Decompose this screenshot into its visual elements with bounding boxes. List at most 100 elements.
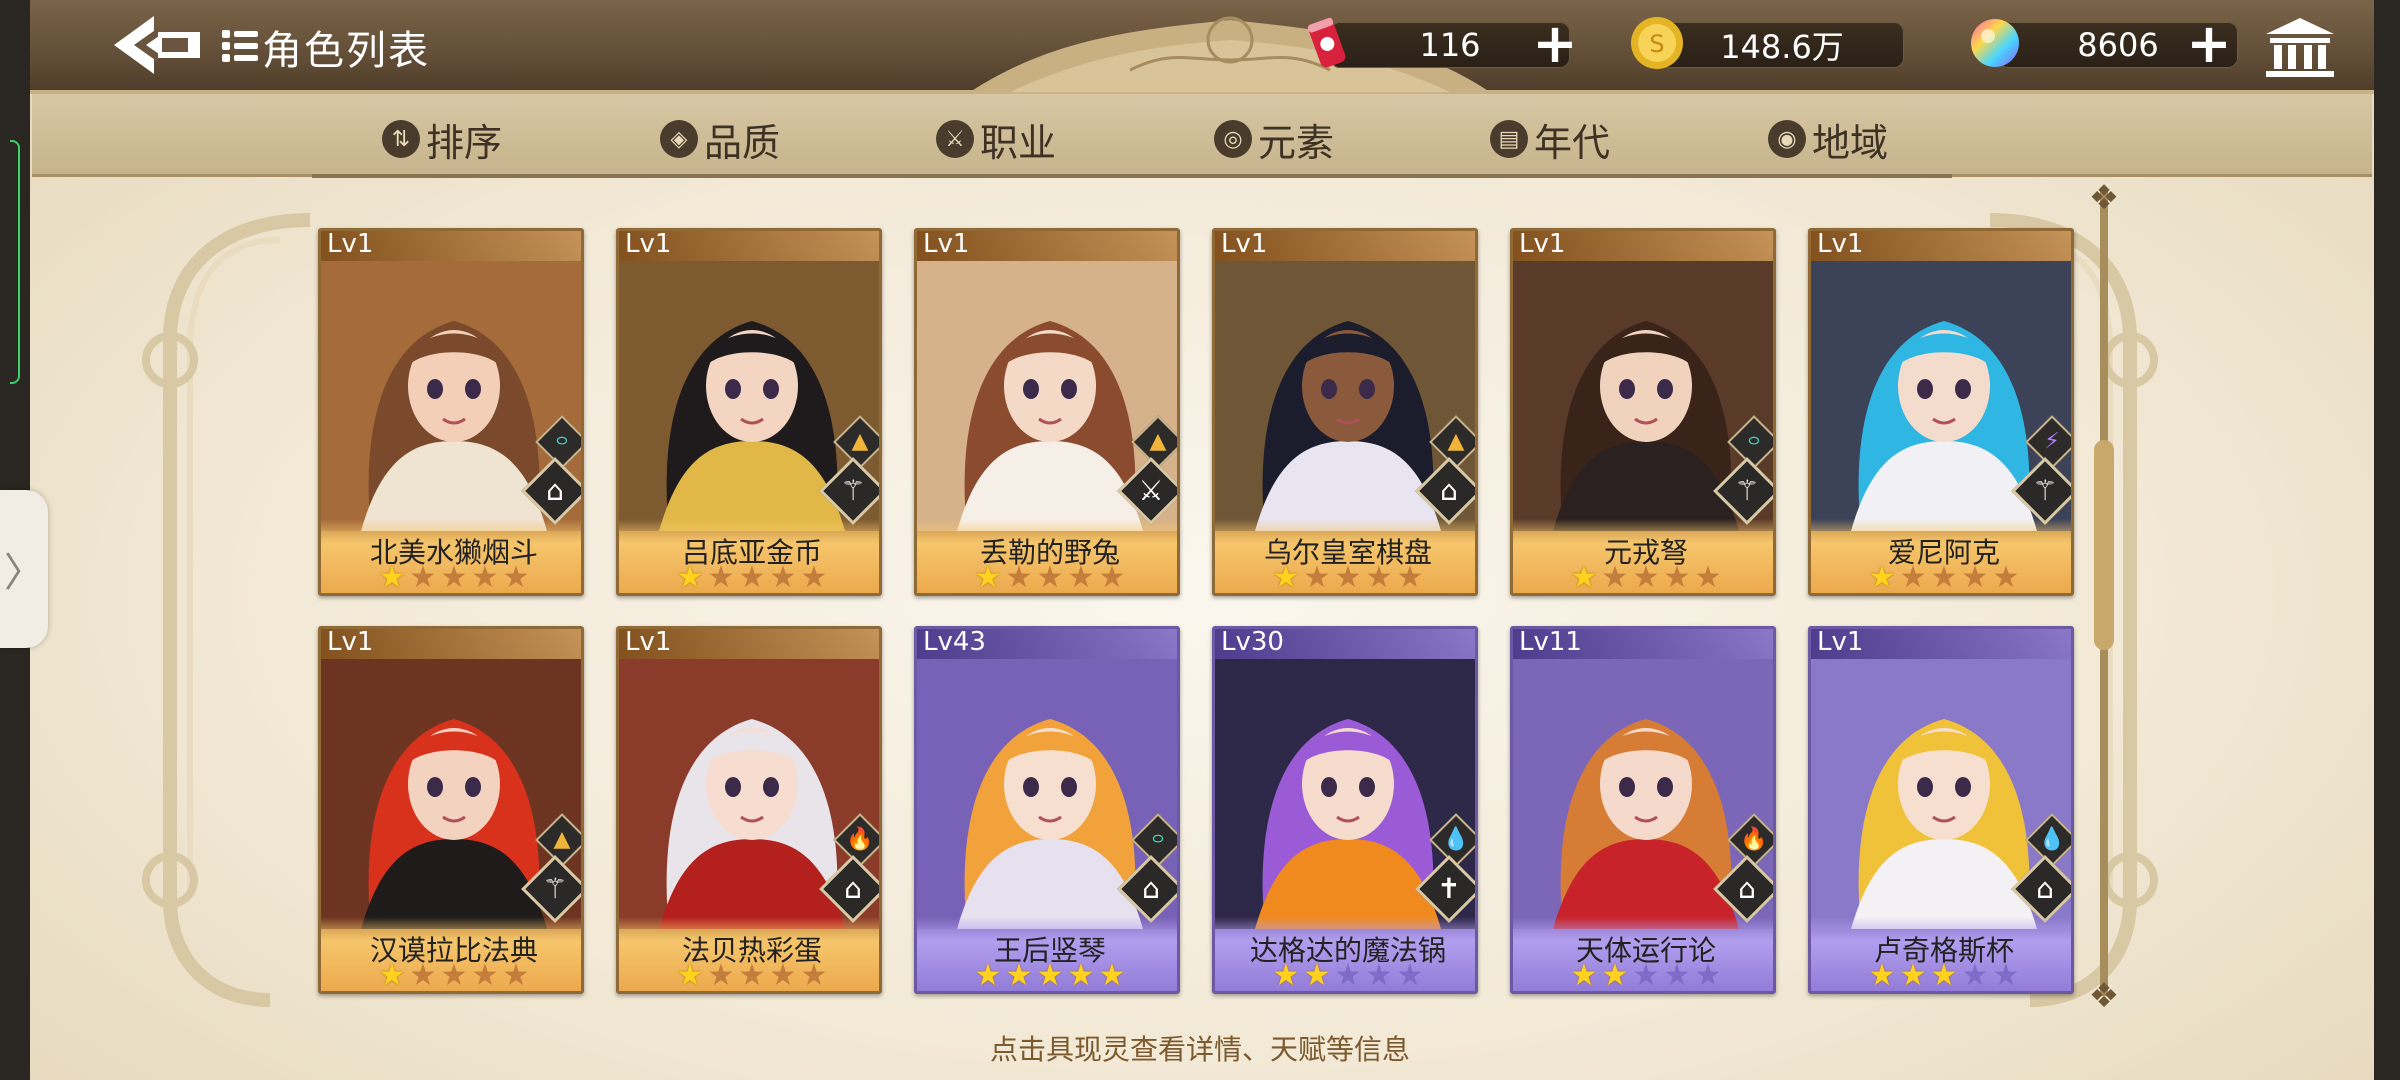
star-empty-icon: ★ xyxy=(1303,560,1331,595)
character-card[interactable]: Lv11 🔥 ⌂ 天体运行论 ★ ★ ★ ★ ★ xyxy=(1510,626,1776,994)
star-filled-icon: ★ xyxy=(378,958,406,993)
star-empty-icon: ★ xyxy=(800,958,828,993)
level-label: Lv1 xyxy=(625,229,672,259)
character-card[interactable]: Lv1 ⚡ ⚚ 爱尼阿克 ★ ★ ★ ★ ★ xyxy=(1808,228,2074,596)
level-label: Lv43 xyxy=(923,627,986,657)
star-rating: ★ ★ ★ ★ ★ xyxy=(1271,961,1425,991)
gem-value: 8606 xyxy=(2077,26,2159,64)
character-card[interactable]: Lv1 ▲ ⚔ 丢勒的野兔 ★ ★ ★ ★ ★ xyxy=(914,228,1180,596)
gold-value: 148.6万 xyxy=(1720,28,1844,66)
star-empty-icon: ★ xyxy=(440,560,468,595)
star-rating: ★ ★ ★ ★ ★ xyxy=(675,563,829,593)
level-label: Lv1 xyxy=(327,229,374,259)
add-gem-button[interactable]: + xyxy=(2184,17,2234,71)
list-icon xyxy=(222,30,258,62)
star-filled-icon: ★ xyxy=(1303,958,1331,993)
tab-sort[interactable]: ⇅ 排序 xyxy=(382,116,502,165)
star-empty-icon: ★ xyxy=(409,958,437,993)
character-card[interactable]: Lv1 ▲ ⚚ 汉谟拉比法典 ★ ★ ★ ★ ★ xyxy=(318,626,584,994)
edge-indicator xyxy=(10,140,20,384)
star-filled-icon: ★ xyxy=(676,958,704,993)
character-card[interactable]: Lv1 ▲ ⌂ 乌尔皇室棋盘 ★ ★ ★ ★ ★ xyxy=(1212,228,1478,596)
star-filled-icon: ★ xyxy=(378,560,406,595)
level-label: Lv1 xyxy=(923,229,970,259)
level-label: Lv11 xyxy=(1519,627,1582,657)
star-empty-icon: ★ xyxy=(502,560,530,595)
scrollbar-thumb[interactable] xyxy=(2094,440,2114,650)
star-rating: ★ ★ ★ ★ ★ xyxy=(1271,563,1425,593)
star-empty-icon: ★ xyxy=(1334,560,1362,595)
tab-quality[interactable]: ◈ 品质 xyxy=(660,116,780,165)
star-filled-icon: ★ xyxy=(1930,958,1958,993)
footer-hint: 点击具现灵查看详情、天赋等信息 xyxy=(989,1033,1410,1066)
side-drawer-handle[interactable]: 〉 xyxy=(0,490,48,648)
star-empty-icon: ★ xyxy=(1694,958,1722,993)
level-label: Lv1 xyxy=(1221,229,1268,259)
tab-label: 排序 xyxy=(426,120,503,165)
star-empty-icon: ★ xyxy=(1098,560,1126,595)
left-pillar-ornament xyxy=(142,213,311,1007)
character-card[interactable]: Lv1 ࿁ ⌂ 北美水獭烟斗 ★ ★ ★ ★ ★ xyxy=(318,228,584,596)
star-rating: ★ ★ ★ ★ ★ xyxy=(377,563,531,593)
character-card[interactable]: Lv30 💧 ✝ 达格达的魔法锅 ★ ★ ★ ★ ★ xyxy=(1212,626,1478,994)
star-filled-icon: ★ xyxy=(1899,958,1927,993)
era-icon: ▤ xyxy=(1490,120,1528,158)
star-empty-icon: ★ xyxy=(502,958,530,993)
star-empty-icon: ★ xyxy=(1694,560,1722,595)
star-filled-icon: ★ xyxy=(1036,958,1064,993)
top-bar: 角色列表 116 + 148.6万 S 8606 + xyxy=(30,0,2374,94)
star-empty-icon: ★ xyxy=(1005,560,1033,595)
tab-element[interactable]: ◎ 元素 xyxy=(1214,116,1334,165)
star-filled-icon: ★ xyxy=(1272,560,1300,595)
level-label: Lv1 xyxy=(1519,229,1566,259)
star-empty-icon: ★ xyxy=(769,958,797,993)
level-label: Lv1 xyxy=(1817,627,1864,657)
tab-underline xyxy=(312,174,1952,178)
character-card[interactable]: Lv1 ▲ ⚚ 吕底亚金币 ★ ★ ★ ★ ★ xyxy=(616,228,882,596)
star-empty-icon: ★ xyxy=(471,958,499,993)
star-filled-icon: ★ xyxy=(676,560,704,595)
star-rating: ★ ★ ★ ★ ★ xyxy=(973,961,1127,991)
star-empty-icon: ★ xyxy=(1961,560,1989,595)
scroll-bottom-ornament: ❖ xyxy=(2088,976,2120,1016)
star-empty-icon: ★ xyxy=(1632,958,1660,993)
character-card[interactable]: Lv1 ࿁ ⚚ 元戎弩 ★ ★ ★ ★ ★ xyxy=(1510,228,1776,596)
tab-label: 元素 xyxy=(1258,120,1335,165)
star-rating: ★ ★ ★ ★ ★ xyxy=(1867,961,2021,991)
tab-label: 品质 xyxy=(704,120,781,165)
level-label: Lv1 xyxy=(625,627,672,657)
star-empty-icon: ★ xyxy=(1396,560,1424,595)
star-filled-icon: ★ xyxy=(1868,958,1896,993)
star-empty-icon: ★ xyxy=(1365,560,1393,595)
soda-can-icon xyxy=(1307,17,1346,68)
star-filled-icon: ★ xyxy=(1098,958,1126,993)
star-filled-icon: ★ xyxy=(1868,560,1896,595)
star-filled-icon: ★ xyxy=(974,958,1002,993)
star-filled-icon: ★ xyxy=(1067,958,1095,993)
tab-era[interactable]: ▤ 年代 xyxy=(1490,116,1610,165)
star-empty-icon: ★ xyxy=(707,560,735,595)
star-empty-icon: ★ xyxy=(707,958,735,993)
add-stamina-button[interactable]: + xyxy=(1530,17,1580,71)
star-empty-icon: ★ xyxy=(1663,560,1691,595)
tab-class[interactable]: ⚔ 职业 xyxy=(936,116,1056,165)
right-screen-edge xyxy=(2374,0,2400,1080)
star-empty-icon: ★ xyxy=(1992,560,2020,595)
bank-icon[interactable] xyxy=(2262,14,2338,80)
star-empty-icon: ★ xyxy=(1663,958,1691,993)
star-empty-icon: ★ xyxy=(1992,958,2020,993)
tab-region[interactable]: ◉ 地域 xyxy=(1768,116,1888,165)
back-arrow-icon[interactable] xyxy=(110,12,206,78)
star-filled-icon: ★ xyxy=(1570,958,1598,993)
character-card[interactable]: Lv1 💧 ⌂ 卢奇格斯杯 ★ ★ ★ ★ ★ xyxy=(1808,626,2074,994)
element-icon: ◎ xyxy=(1214,120,1252,158)
star-filled-icon: ★ xyxy=(1601,958,1629,993)
character-card[interactable]: Lv1 🔥 ⌂ 法贝热彩蛋 ★ ★ ★ ★ ★ xyxy=(616,626,882,994)
star-empty-icon: ★ xyxy=(1036,560,1064,595)
rainbow-gem-icon xyxy=(1971,19,2019,67)
star-filled-icon: ★ xyxy=(1272,958,1300,993)
character-card[interactable]: Lv43 ࿁ ⌂ 王后竖琴 ★ ★ ★ ★ ★ xyxy=(914,626,1180,994)
star-rating: ★ ★ ★ ★ ★ xyxy=(1867,563,2021,593)
gold-coin-icon: S xyxy=(1631,17,1683,69)
gold-counter: 148.6万 xyxy=(1660,22,1904,68)
